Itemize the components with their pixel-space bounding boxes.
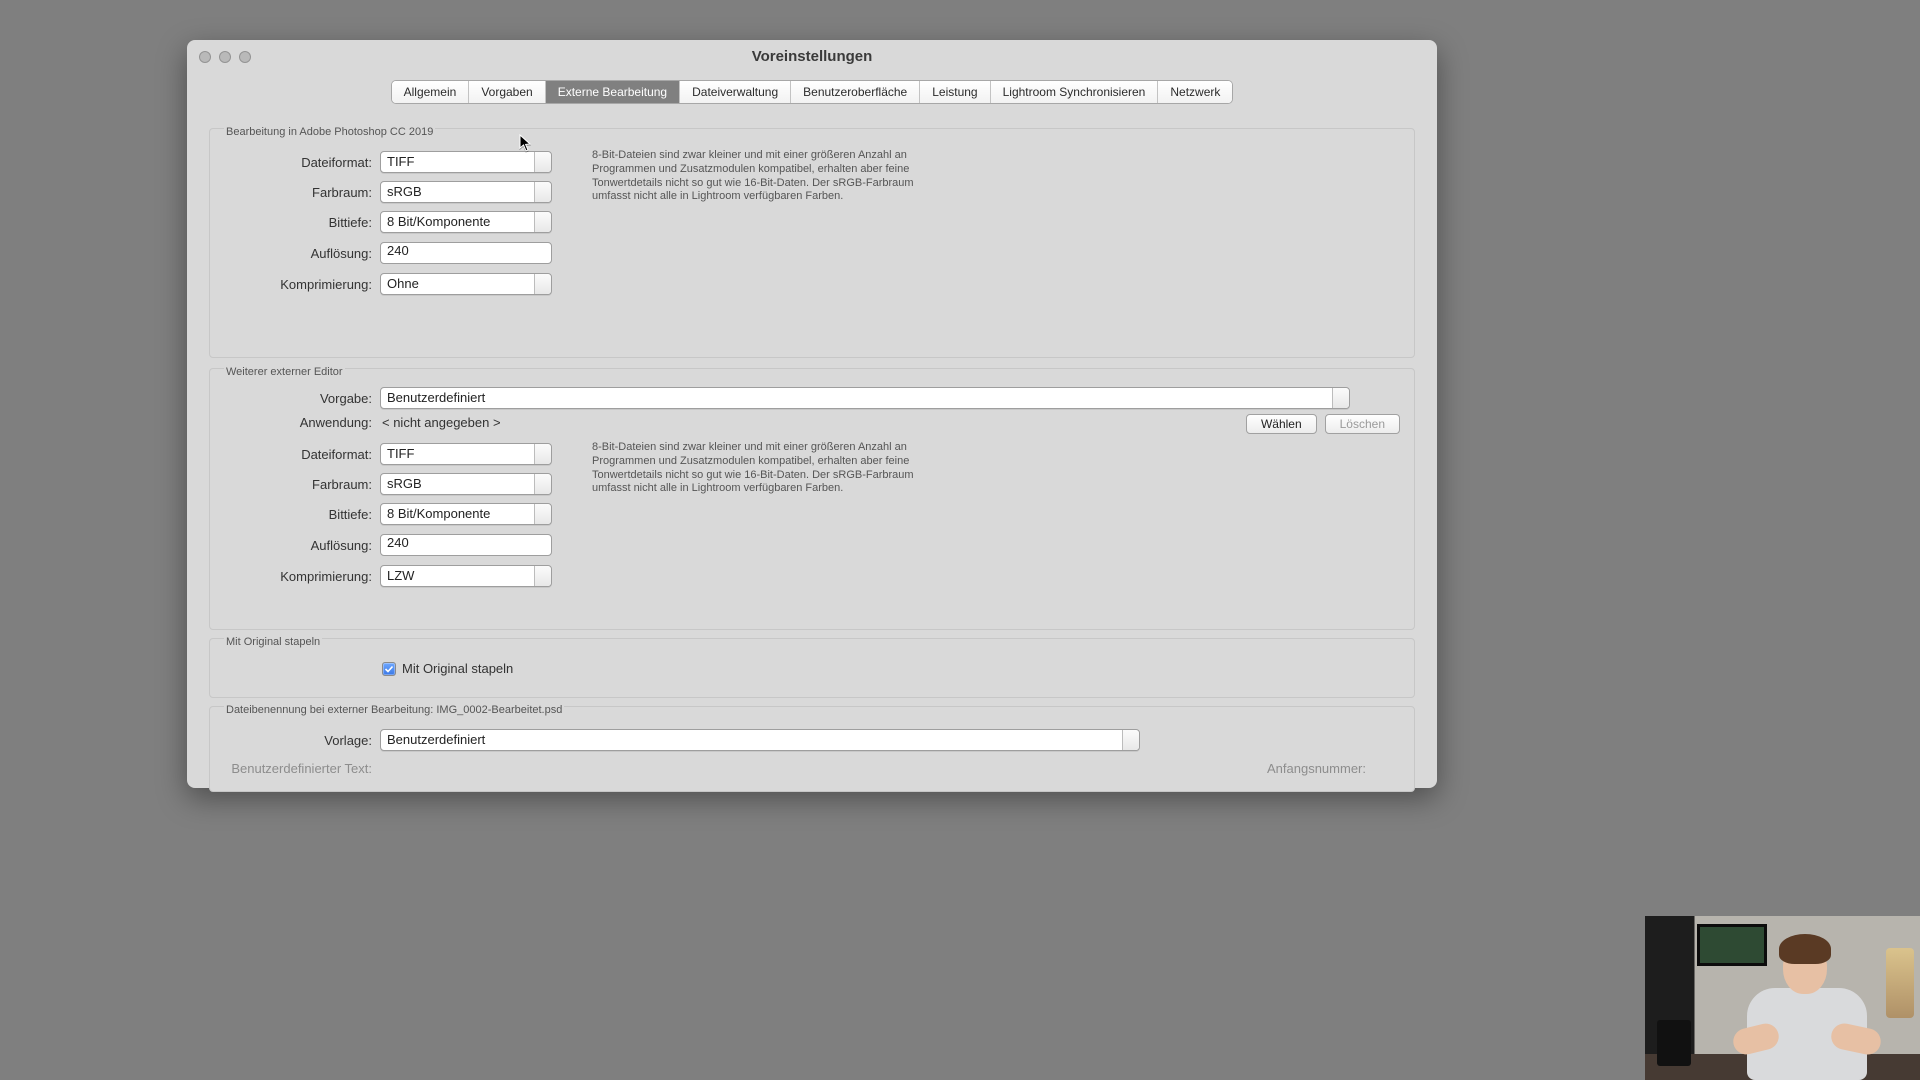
bit-depth-label-2: Bittiefe:: [210, 507, 380, 522]
clear-application-button[interactable]: Löschen: [1325, 414, 1400, 434]
color-space-label-2: Farbraum:: [210, 477, 380, 492]
window-controls: [199, 51, 251, 63]
tab-presets[interactable]: Vorgaben: [469, 81, 545, 103]
tab-performance[interactable]: Leistung: [920, 81, 990, 103]
color-space-select-2[interactable]: sRGB: [380, 473, 552, 495]
preset-label: Vorgabe:: [210, 391, 380, 406]
resolution-label-2: Auflösung:: [210, 538, 380, 553]
template-select[interactable]: Benutzerdefiniert: [380, 729, 1140, 751]
section1-hint: 8-Bit-Dateien sind zwar kleiner und mit …: [592, 149, 927, 204]
zoom-window-button[interactable]: [239, 51, 251, 63]
close-window-button[interactable]: [199, 51, 211, 63]
template-label: Vorlage:: [210, 733, 380, 748]
section2-hint: 8-Bit-Dateien sind zwar kleiner und mit …: [592, 441, 927, 496]
resolution-label: Auflösung:: [210, 246, 380, 261]
file-format-label-2: Dateiformat:: [210, 447, 380, 462]
tab-network[interactable]: Netzwerk: [1158, 81, 1232, 103]
tab-file-handling[interactable]: Dateiverwaltung: [680, 81, 791, 103]
application-label: Anwendung:: [210, 415, 380, 430]
section-stack-with-original: Mit Original stapeln Mit Original stapel…: [209, 638, 1415, 698]
stack-with-original-checkbox[interactable]: [382, 662, 396, 676]
window-title: Voreinstellungen: [187, 40, 1437, 74]
compression-select[interactable]: Ohne: [380, 273, 552, 295]
color-space-label: Farbraum:: [210, 185, 380, 200]
choose-application-button[interactable]: Wählen: [1246, 414, 1317, 434]
section-file-naming: Dateibenennung bei externer Bearbeitung:…: [209, 706, 1415, 792]
section-additional-editor: Weiterer externer Editor Vorgabe: Benutz…: [209, 368, 1415, 630]
tab-interface[interactable]: Benutzeroberfläche: [791, 81, 920, 103]
bit-depth-select[interactable]: 8 Bit/Komponente: [380, 211, 552, 233]
custom-text-label: Benutzerdefinierter Text:: [210, 761, 380, 776]
section-photoshop-editing: Bearbeitung in Adobe Photoshop CC 2019 D…: [209, 128, 1415, 358]
file-format-select[interactable]: TIFF: [380, 151, 552, 173]
preset-select[interactable]: Benutzerdefiniert: [380, 387, 1350, 409]
preferences-window: Voreinstellungen Allgemein Vorgaben Exte…: [187, 40, 1437, 788]
section-title: Bearbeitung in Adobe Photoshop CC 2019: [224, 126, 435, 138]
stack-with-original-label: Mit Original stapeln: [402, 661, 513, 676]
compression-label-2: Komprimierung:: [210, 569, 380, 584]
tab-lightroom-sync[interactable]: Lightroom Synchronisieren: [991, 81, 1159, 103]
tab-bar: Allgemein Vorgaben Externe Bearbeitung D…: [187, 80, 1437, 104]
titlebar[interactable]: Voreinstellungen: [187, 40, 1437, 74]
start-number-label: Anfangsnummer:: [1267, 761, 1366, 776]
bit-depth-label: Bittiefe:: [210, 215, 380, 230]
file-format-label: Dateiformat:: [210, 155, 380, 170]
minimize-window-button[interactable]: [219, 51, 231, 63]
resolution-input-2[interactable]: 240: [380, 534, 552, 556]
compression-select-2[interactable]: LZW: [380, 565, 552, 587]
tab-external-editing[interactable]: Externe Bearbeitung: [546, 81, 680, 103]
section-title: Dateibenennung bei externer Bearbeitung:…: [224, 704, 564, 716]
bit-depth-select-2[interactable]: 8 Bit/Komponente: [380, 503, 552, 525]
section-title: Weiterer externer Editor: [224, 366, 345, 378]
color-space-select[interactable]: sRGB: [380, 181, 552, 203]
webcam-overlay: [1645, 916, 1920, 1080]
application-value: < nicht angegeben >: [380, 415, 501, 430]
file-format-select-2[interactable]: TIFF: [380, 443, 552, 465]
resolution-input[interactable]: 240: [380, 242, 552, 264]
compression-label: Komprimierung:: [210, 277, 380, 292]
tab-general[interactable]: Allgemein: [392, 81, 470, 103]
cursor-icon: [519, 134, 533, 152]
section-title: Mit Original stapeln: [224, 636, 322, 648]
